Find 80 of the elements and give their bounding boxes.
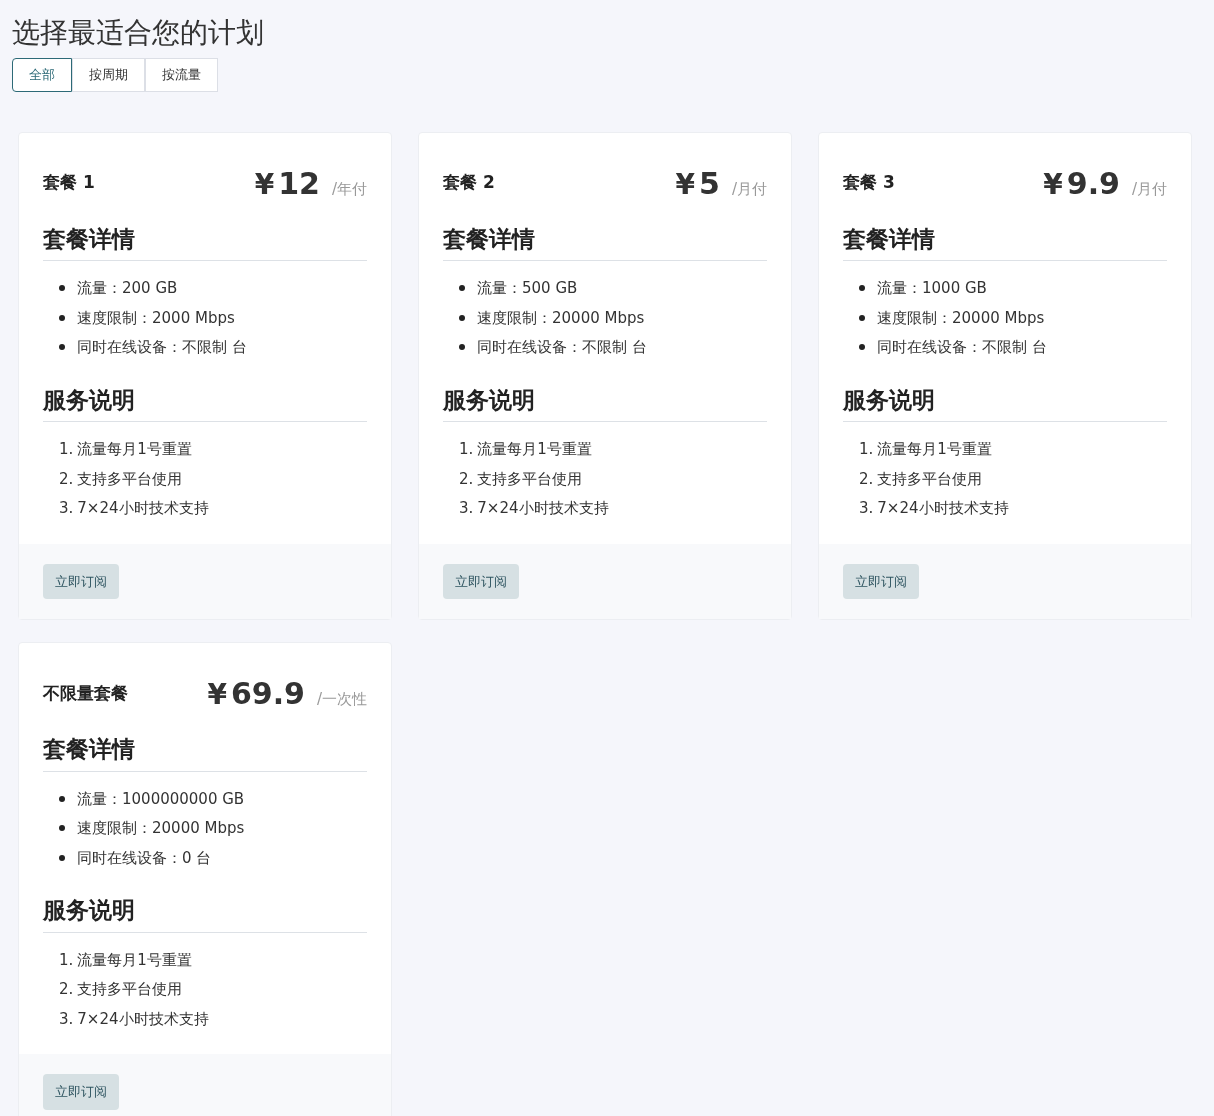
section-heading: 套餐详情 (443, 224, 536, 254)
plan-name: 不限量套餐 (43, 681, 128, 705)
service-item: 7×24小时技术支持 (77, 498, 209, 519)
list-number: 2. (59, 979, 74, 1000)
subscribe-button[interactable]: 立即订阅 (443, 563, 519, 599)
service-item: 支持多平台使用 (877, 468, 983, 490)
section-heading: 套餐详情 (43, 224, 136, 254)
service-item: 支持多平台使用 (77, 468, 183, 490)
bullet-icon (59, 854, 65, 861)
list-number: 3. (59, 1008, 74, 1030)
detail-item: 速度限制：20000 Mbps (877, 307, 1045, 329)
price: 5 (699, 164, 720, 203)
service-item: 7×24小时技术支持 (877, 498, 1009, 519)
service-item: 支持多平台使用 (477, 468, 583, 490)
billing-period: /年付 (331, 178, 367, 200)
billing-period: /月付 (1131, 178, 1167, 200)
list-number: 1. (59, 439, 74, 460)
filter-tab[interactable]: 按流量 (145, 58, 218, 92)
subscribe-button[interactable]: 立即订阅 (43, 563, 119, 599)
bullet-icon (859, 285, 865, 292)
detail-item: 速度限制：20000 Mbps (477, 307, 645, 329)
service-item: 流量每月1号重置 (877, 439, 992, 460)
list-number: 1. (859, 439, 874, 460)
list-number: 3. (859, 498, 874, 519)
detail-item: 流量：500 GB (477, 278, 578, 299)
bullet-icon (459, 314, 465, 321)
bullet-icon (859, 314, 865, 321)
bullet-icon (59, 344, 65, 351)
section-heading: 服务说明 (43, 896, 136, 925)
bullet-icon (459, 344, 465, 351)
detail-item: 流量：1000000000 GB (77, 788, 245, 810)
filter-tab[interactable]: 全部 (12, 58, 72, 92)
bullet-icon (59, 314, 65, 321)
detail-item: 同时在线设备：不限制 台 (477, 337, 647, 358)
service-item: 流量每月1号重置 (477, 439, 592, 460)
section-heading: 服务说明 (43, 385, 136, 415)
detail-item: 同时在线设备：不限制 台 (77, 337, 247, 358)
plan-name: 套餐 2 (443, 171, 495, 195)
service-item: 7×24小时技术支持 (77, 1008, 209, 1030)
detail-item: 速度限制：2000 Mbps (77, 307, 235, 329)
list-number: 1. (59, 949, 74, 971)
section-heading: 服务说明 (443, 385, 536, 415)
page-title: 选择最适合您的计划 (12, 15, 265, 51)
currency-symbol: ¥ (254, 166, 275, 203)
detail-item: 速度限制：20000 Mbps (77, 818, 245, 839)
price: 9.9 (1066, 164, 1120, 203)
filter-tab[interactable]: 按周期 (72, 58, 145, 92)
service-item: 流量每月1号重置 (77, 949, 192, 971)
subscribe-button[interactable]: 立即订阅 (843, 563, 919, 599)
section-heading: 套餐详情 (43, 735, 136, 764)
list-number: 3. (59, 498, 74, 519)
detail-item: 同时在线设备：不限制 台 (877, 337, 1047, 358)
plan-name: 套餐 1 (43, 171, 95, 195)
currency-symbol: ¥ (207, 677, 227, 713)
detail-item: 流量：200 GB (77, 278, 178, 299)
section-heading: 套餐详情 (843, 224, 936, 254)
price: 12 (278, 164, 320, 203)
section-heading: 服务说明 (843, 385, 936, 415)
plan-name: 套餐 3 (843, 171, 895, 195)
list-number: 2. (59, 468, 74, 490)
currency-symbol: ¥ (675, 166, 696, 203)
list-number: 2. (859, 468, 874, 490)
detail-item: 同时在线设备：0 台 (77, 847, 212, 869)
service-item: 7×24小时技术支持 (477, 498, 609, 519)
bullet-icon (59, 825, 65, 832)
bullet-icon (59, 795, 65, 802)
service-item: 支持多平台使用 (77, 979, 183, 1000)
bullet-icon (59, 285, 65, 292)
billing-period: /一次性 (316, 689, 367, 710)
list-number: 2. (459, 468, 474, 490)
bullet-icon (859, 344, 865, 351)
billing-period: /月付 (731, 178, 767, 200)
list-number: 3. (459, 498, 474, 519)
detail-item: 流量：1000 GB (877, 278, 987, 299)
subscribe-button[interactable]: 立即订阅 (43, 1074, 119, 1110)
currency-symbol: ¥ (1043, 166, 1063, 203)
service-item: 流量每月1号重置 (77, 439, 192, 460)
price: 69.9 (230, 675, 305, 713)
list-number: 1. (459, 439, 474, 460)
bullet-icon (459, 285, 465, 292)
